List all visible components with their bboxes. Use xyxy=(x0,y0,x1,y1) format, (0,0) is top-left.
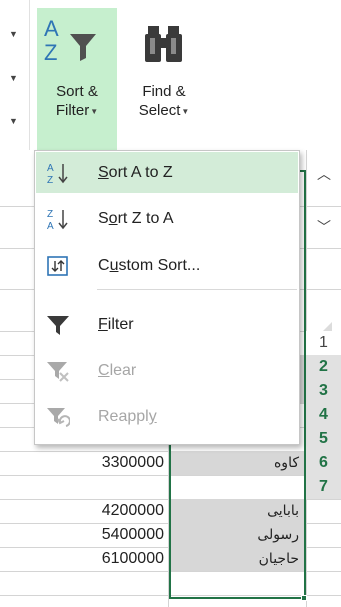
find-select-button[interactable]: Find & Select▼ xyxy=(119,8,209,150)
dropdown-caret-icon[interactable]: ▼ xyxy=(9,30,18,39)
dropdown-caret-icon[interactable]: ▼ xyxy=(9,117,18,126)
row-header[interactable]: 2 xyxy=(306,355,341,379)
scroll-up-button[interactable]: ︿ xyxy=(306,156,341,192)
row-header[interactable]: 5 xyxy=(306,427,341,451)
filter-funnel-icon xyxy=(46,313,70,337)
sort-filter-label-line1: Sort & xyxy=(56,83,98,100)
svg-text:Z: Z xyxy=(47,209,53,220)
name-cell[interactable]: رسولی xyxy=(170,523,305,547)
menu-item-label: Clear xyxy=(98,362,137,379)
dropdown-arrow-icon: ▼ xyxy=(181,106,190,116)
sort-filter-label-line2: Filter xyxy=(55,102,90,119)
grid-line xyxy=(0,571,341,572)
svg-text:A: A xyxy=(47,221,54,231)
dropdown-arrow-icon: ▼ xyxy=(90,106,99,116)
binoculars-icon xyxy=(119,8,209,82)
svg-text:Z: Z xyxy=(47,175,53,185)
menu-item-clear[interactable]: Clear xyxy=(36,350,298,391)
find-select-label-line2-wrap: Select▼ xyxy=(119,101,209,121)
amount-cell[interactable]: 4200000 xyxy=(38,499,168,523)
menu-item-sort-z-to-a[interactable]: Z A Sort Z to A xyxy=(36,198,298,239)
scroll-down-button[interactable]: ﹀ xyxy=(306,209,341,245)
sort-filter-button[interactable]: A Z Sort & Filter▼ xyxy=(37,8,117,150)
menu-item-sort-a-to-z[interactable]: A Z Sort A to Z xyxy=(36,152,298,193)
clear-filter-icon xyxy=(46,359,70,383)
row-header[interactable]: 7 xyxy=(306,475,341,499)
sort-filter-az-funnel-icon: A Z xyxy=(37,8,117,82)
menu-item-label: Custom Sort... xyxy=(98,257,201,274)
amount-cell[interactable]: 3300000 xyxy=(38,451,168,475)
menu-item-reapply[interactable]: Reapply xyxy=(36,396,298,437)
chevron-down-icon: ﹀ xyxy=(317,219,331,235)
reapply-filter-icon xyxy=(46,405,71,429)
row-header[interactable]: 6 xyxy=(306,451,341,475)
menu-item-label: Reapply xyxy=(98,408,157,425)
menu-item-label: Sort A to Z xyxy=(98,164,173,181)
sort-descending-icon: Z A xyxy=(46,207,70,232)
name-cell[interactable]: کاوه xyxy=(170,451,305,475)
menu-item-label: Sort Z to A xyxy=(98,210,174,227)
find-select-label-line1: Find & xyxy=(142,83,186,100)
fill-handle[interactable] xyxy=(301,595,307,601)
row-header[interactable]: 1 xyxy=(306,331,341,355)
grid-line xyxy=(0,595,341,596)
menu-item-label: Filter xyxy=(98,316,134,333)
amount-cell[interactable]: 5400000 xyxy=(38,523,168,547)
ribbon-previous-group-edge: ▼ ▼ ▼ xyxy=(0,0,30,150)
sort-filter-label-line2-wrap: Filter▼ xyxy=(37,101,117,121)
name-cell[interactable]: بابایی xyxy=(170,499,305,523)
menu-item-custom-sort[interactable]: Custom Sort... xyxy=(36,245,298,286)
svg-text:A: A xyxy=(44,16,59,41)
amount-cell[interactable]: 6100000 xyxy=(38,547,168,571)
sort-ascending-icon: A Z xyxy=(46,161,70,186)
svg-text:A: A xyxy=(47,163,54,174)
name-cell[interactable]: حاجیان xyxy=(170,547,305,571)
svg-text:Z: Z xyxy=(44,40,57,65)
row-header[interactable]: 3 xyxy=(306,379,341,403)
sort-filter-dropdown-menu: A Z Sort A to Z Z A Sort Z to A Custom S… xyxy=(34,150,300,445)
grid-line xyxy=(0,475,341,476)
find-select-label-line2: Select xyxy=(138,102,181,119)
row-header[interactable]: 4 xyxy=(306,403,341,427)
chevron-up-icon: ︿ xyxy=(317,166,331,182)
menu-separator xyxy=(97,289,297,290)
menu-item-filter[interactable]: Filter xyxy=(36,304,298,345)
custom-sort-icon xyxy=(46,254,70,278)
ribbon-editing-group: ▼ ▼ ▼ A Z Sort & Filter▼ Find & Select▼ xyxy=(0,0,341,172)
dropdown-caret-icon[interactable]: ▼ xyxy=(9,74,18,83)
